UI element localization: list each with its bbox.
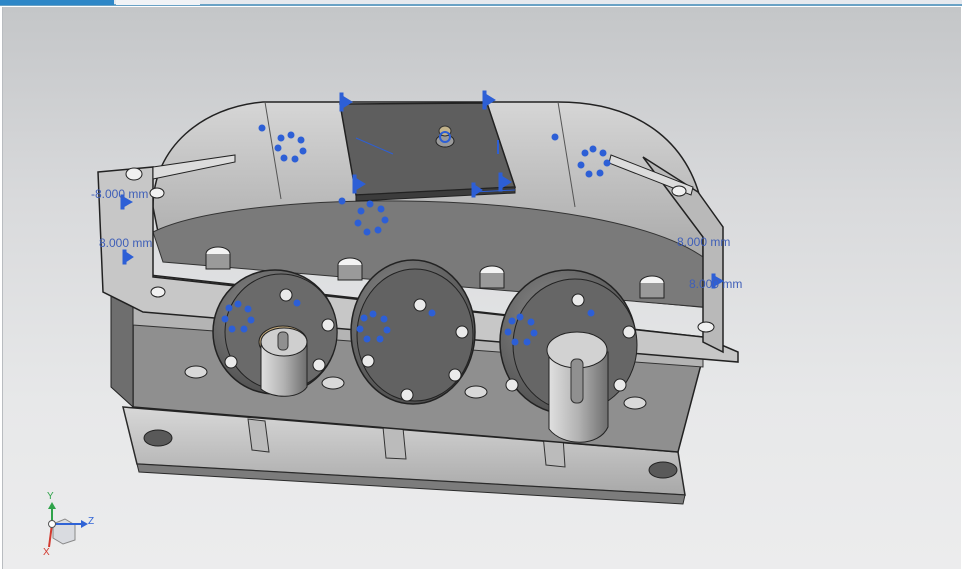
bearing-cap-middle[interactable] xyxy=(350,259,476,405)
dimension-label-right-bottom[interactable]: 8.000 mm xyxy=(689,277,742,291)
axis-y-label: Y xyxy=(47,491,54,502)
graphics-viewport[interactable]: -8.000 mm 8.000 mm 8.000 mm 8.000 mm Y Z… xyxy=(2,7,961,569)
view-triad-icon[interactable] xyxy=(48,502,88,548)
axis-x-label: X xyxy=(43,547,50,558)
inspection-cover[interactable] xyxy=(339,102,517,202)
tab-model[interactable] xyxy=(0,0,114,5)
dimension-label-right-top[interactable]: 8.000 mm xyxy=(677,235,730,249)
tab-bar xyxy=(0,0,962,6)
axis-z-label: Z xyxy=(88,516,95,527)
dimension-label-left-top[interactable]: -8.000 mm xyxy=(91,187,148,201)
dimension-label-left-mid[interactable]: 8.000 mm xyxy=(99,236,152,250)
gearbox-model[interactable] xyxy=(3,7,961,569)
tab-secondary[interactable] xyxy=(116,0,200,5)
